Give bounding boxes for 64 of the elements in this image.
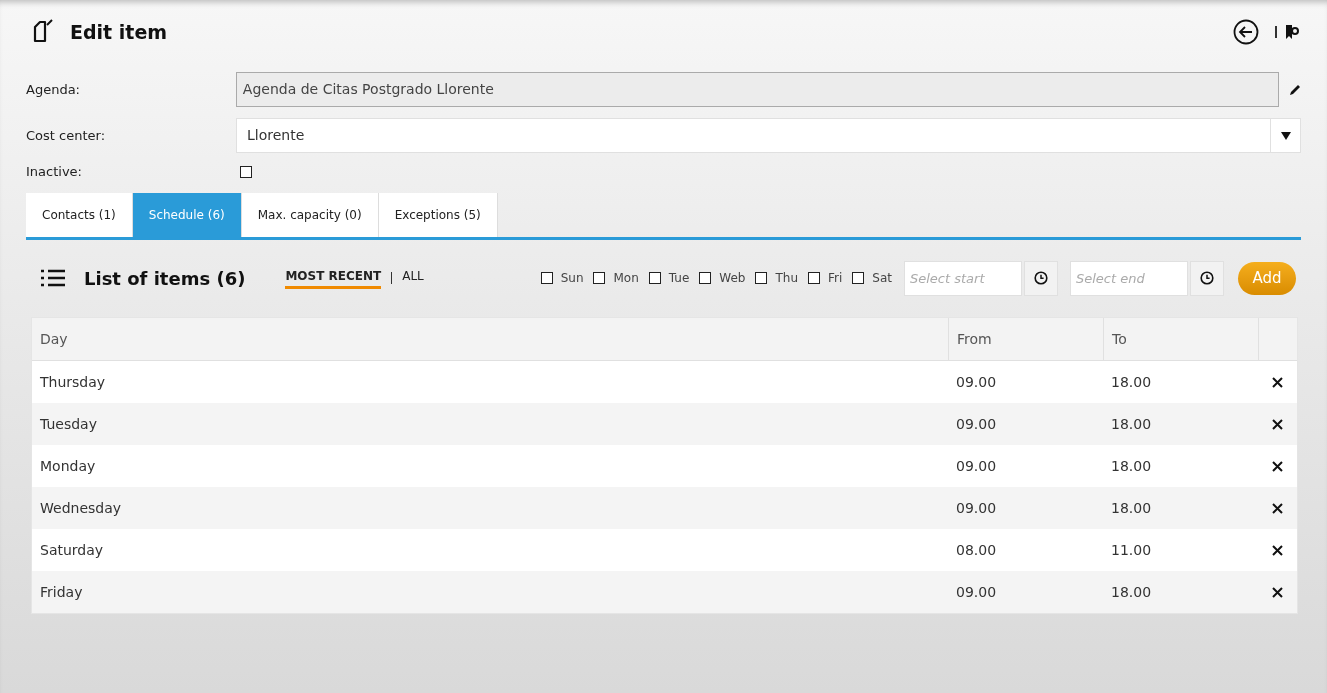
day-label: Sat xyxy=(872,270,892,287)
table-cell-text: 18.00 xyxy=(1110,372,1153,392)
edit-document-icon xyxy=(32,19,54,45)
table-cell-text: 08.00 xyxy=(955,540,998,560)
day-checkbox[interactable] xyxy=(648,272,661,284)
tab[interactable]: Max. capacity (0) xyxy=(241,193,379,237)
day-label: Fri xyxy=(828,270,843,287)
day-checkbox[interactable] xyxy=(699,272,712,284)
delete-icon[interactable] xyxy=(1272,460,1283,472)
table-cell-text: Friday xyxy=(39,582,84,602)
table-cell-text: 09.00 xyxy=(955,372,998,392)
table-cell-text: 11.00 xyxy=(1110,540,1153,560)
column-header: From xyxy=(948,318,1103,360)
filter-link[interactable]: ALL xyxy=(402,267,424,289)
start-time-field[interactable]: Select start xyxy=(904,260,1022,296)
day-label: Web xyxy=(719,270,746,287)
table-cell-text: 09.00 xyxy=(955,498,998,518)
day-label: Sun xyxy=(560,270,584,287)
inactive-label: Inactive: xyxy=(26,163,83,182)
table-cell-text: 18.00 xyxy=(1110,456,1153,476)
end-clock-button[interactable] xyxy=(1190,260,1224,296)
list-title: List of items (6) xyxy=(84,266,246,291)
column-header: Day xyxy=(39,329,69,349)
start-clock-button[interactable] xyxy=(1024,260,1058,296)
pencil-icon[interactable] xyxy=(1289,83,1301,96)
tab[interactable]: Contacts (1) xyxy=(26,193,133,237)
bookmark-gear-icon[interactable] xyxy=(1285,24,1299,40)
delete-icon[interactable] xyxy=(1272,376,1283,388)
table-cell-text: Monday xyxy=(39,456,97,476)
table-cell-text: 18.00 xyxy=(1110,582,1153,602)
list-icon xyxy=(40,269,66,287)
clock-icon xyxy=(1200,271,1214,285)
dropdown-caret-icon xyxy=(1280,131,1291,140)
column-header: To xyxy=(1103,318,1258,360)
table-cell-text: 18.00 xyxy=(1110,414,1153,434)
day-checkbox[interactable] xyxy=(593,272,606,284)
day-label: Tue xyxy=(668,270,690,287)
table-cell-text: Tuesday xyxy=(39,414,98,434)
delete-icon[interactable] xyxy=(1272,544,1283,556)
day-checkbox[interactable] xyxy=(808,272,820,284)
tab[interactable]: Exceptions (5) xyxy=(378,193,498,237)
table-cell-text: Saturday xyxy=(39,540,105,560)
cost-center-select[interactable]: Llorente xyxy=(236,118,1301,153)
page-title: Edit item xyxy=(70,19,168,45)
delete-icon[interactable] xyxy=(1272,418,1283,430)
day-label: Mon xyxy=(613,270,639,287)
day-checkbox[interactable] xyxy=(852,272,865,284)
clock-icon xyxy=(1034,271,1048,285)
table-cell-text: 09.00 xyxy=(955,582,998,602)
table-cell-text: 18.00 xyxy=(1110,498,1153,518)
delete-icon[interactable] xyxy=(1272,586,1283,598)
day-label: Thu xyxy=(775,270,798,287)
agenda-field[interactable]: Agenda de Citas Postgrado Llorente xyxy=(235,72,1279,107)
agenda-label: Agenda: xyxy=(26,80,81,99)
filter-link[interactable]: MOST RECENT xyxy=(285,267,382,289)
day-checkbox[interactable] xyxy=(540,272,553,284)
day-checkbox[interactable] xyxy=(755,272,768,284)
delete-icon[interactable] xyxy=(1272,502,1283,514)
table-cell-text: Wednesday xyxy=(39,498,123,518)
cost-center-label: Cost center: xyxy=(26,126,106,145)
table-cell-text: 09.00 xyxy=(955,456,998,476)
table-cell-text: 09.00 xyxy=(955,414,998,434)
table-cell-text: Thursday xyxy=(39,372,107,392)
end-time-field[interactable]: Select end xyxy=(1070,260,1188,296)
